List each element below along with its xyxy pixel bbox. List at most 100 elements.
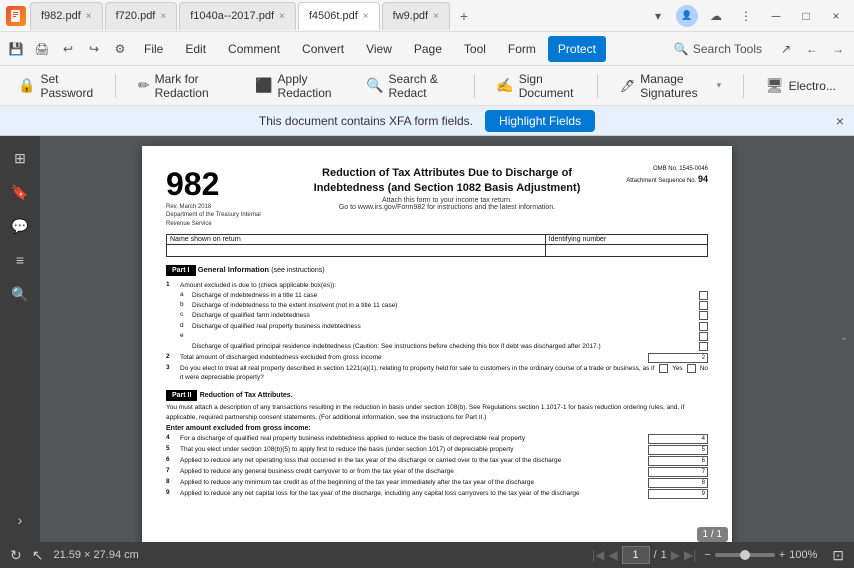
close-button[interactable]: ×	[824, 4, 848, 28]
zoom-in-button[interactable]: +	[779, 549, 785, 561]
toolbar-icon-print[interactable]: 🖨	[30, 37, 54, 61]
menu-comment[interactable]: Comment	[218, 36, 290, 62]
menu-convert[interactable]: Convert	[292, 36, 354, 62]
line3-row: 3 Do you elect to treat all real propert…	[166, 364, 708, 382]
checkbox-1c[interactable]	[699, 311, 708, 320]
sidebar-comment-icon[interactable]: 💬	[6, 212, 34, 240]
line8-box[interactable]: 8	[648, 478, 708, 488]
toolbar-icon-settings[interactable]: ⚙	[108, 37, 132, 61]
tab-f982[interactable]: f982.pdf ×	[30, 2, 103, 30]
page-number-input[interactable]	[622, 546, 650, 564]
avatar[interactable]: 👤	[676, 5, 698, 27]
line1c-alpha: c	[180, 311, 188, 318]
next-page-button[interactable]: ▶	[671, 548, 680, 562]
line5-box[interactable]: 5	[648, 445, 708, 455]
line9-box[interactable]: 9	[648, 489, 708, 499]
tab-f1040a[interactable]: f1040a--2017.pdf ×	[179, 2, 296, 30]
name-id-table: Name shown on return Identifying number	[166, 234, 708, 257]
tab-close-f720[interactable]: ×	[160, 11, 166, 22]
menu-edit[interactable]: Edit	[175, 36, 216, 62]
menu-tool[interactable]: Tool	[454, 36, 496, 62]
line2-value-box[interactable]: 2	[648, 353, 708, 363]
checkbox-no[interactable]	[687, 364, 696, 373]
zoom-thumb	[740, 550, 750, 560]
menu-view[interactable]: View	[356, 36, 402, 62]
zoom-out-button[interactable]: −	[704, 549, 710, 561]
tab-f4506t[interactable]: f4506t.pdf ×	[298, 2, 380, 30]
website-text: Go to www.irs.gov/Form982 for instructio…	[286, 204, 608, 211]
checkbox-1b[interactable]	[699, 301, 708, 310]
sidebar-thumbnail-icon[interactable]: ⊞	[6, 144, 34, 172]
line2-num: 2	[166, 353, 176, 360]
tab-close-f1040a[interactable]: ×	[279, 11, 285, 22]
prev-page-button[interactable]: ◀	[608, 548, 617, 562]
sign-document-button[interactable]: ✍ Sign Document	[486, 72, 585, 100]
part-i-section: Part I General Information (see instruct…	[166, 261, 708, 278]
tab-close-f4506t[interactable]: ×	[363, 11, 369, 22]
line1d-row: d Discharge of qualified real property b…	[166, 322, 708, 331]
toolbar-icon-save[interactable]: 💾	[4, 37, 28, 61]
last-page-button[interactable]: ▶|	[684, 548, 696, 562]
set-password-button[interactable]: 🔒 Set Password	[8, 72, 103, 100]
search-tools-button[interactable]: 🔍 Search Tools	[664, 38, 772, 60]
electronic-button[interactable]: 🖥 Electro...	[756, 72, 846, 100]
marker-icon: ✏	[138, 77, 150, 94]
sidebar-collapse-icon[interactable]: ›	[6, 506, 34, 534]
checkbox-1f[interactable]	[699, 342, 708, 351]
electronic-label: Electro...	[789, 79, 836, 93]
back-icon[interactable]: ←	[800, 37, 824, 61]
mark-redaction-button[interactable]: ✏ Mark for Redaction	[128, 72, 237, 100]
form-header: 982 Rev. March 2018 Department of the Tr…	[166, 166, 708, 228]
right-collapse-button[interactable]: ›	[839, 337, 850, 340]
highlight-fields-button[interactable]: Highlight Fields	[485, 110, 595, 132]
apply-redaction-button[interactable]: ⬛ Apply Redaction	[245, 72, 348, 100]
xfa-close-button[interactable]: ×	[836, 113, 844, 129]
line5-row: 5 That you elect under section 108(b)(5)…	[166, 445, 708, 455]
sidebar-bookmark-icon[interactable]: 🔖	[6, 178, 34, 206]
checkbox-1e[interactable]	[699, 332, 708, 341]
menu-bar: 💾 🖨 ↩ ↪ ⚙ File Edit Comment Convert View…	[0, 32, 854, 66]
share-icon[interactable]: ↗	[774, 37, 798, 61]
forward-icon[interactable]: →	[826, 37, 850, 61]
manage-signatures-button[interactable]: 🖊 Manage Signatures ▾	[610, 72, 731, 100]
line1b-text: Discharge of indebtedness to the extent …	[192, 301, 695, 310]
menu-file[interactable]: File	[134, 36, 173, 62]
part-ii-label: Part II	[166, 390, 197, 401]
tab-close-f982[interactable]: ×	[86, 11, 92, 22]
checkbox-1d[interactable]	[699, 322, 708, 331]
toolbar-icon-redo[interactable]: ↪	[82, 37, 106, 61]
fit-page-button[interactable]: ⊡	[832, 547, 844, 564]
checkbox-1a[interactable]	[699, 291, 708, 300]
more-options-icon[interactable]: ⋮	[734, 4, 758, 28]
line7-box[interactable]: 7	[648, 467, 708, 477]
menu-protect[interactable]: Protect	[548, 36, 606, 62]
minimize-button[interactable]: ─	[764, 4, 788, 28]
rotate-icon[interactable]: ↻	[10, 547, 22, 564]
maximize-button[interactable]: □	[794, 4, 818, 28]
line1d-alpha: d	[180, 322, 188, 329]
cursor-icon[interactable]: ↖	[32, 547, 44, 564]
line4-box[interactable]: 4	[648, 434, 708, 444]
tab-f720[interactable]: f720.pdf ×	[105, 2, 178, 30]
sidebar-layers-icon[interactable]: ≡	[6, 246, 34, 274]
line7-num: 7	[166, 467, 176, 474]
tab-close-fw9[interactable]: ×	[433, 11, 439, 22]
id-input-row[interactable]	[545, 245, 707, 257]
dropdown-arrow-icon[interactable]: ▾	[646, 4, 670, 28]
toolbar-separator-2	[474, 74, 475, 98]
zoom-slider[interactable]	[715, 553, 775, 557]
first-page-button[interactable]: |◀	[592, 548, 604, 562]
line6-box[interactable]: 6	[648, 456, 708, 466]
sidebar-search-icon[interactable]: 🔍	[6, 280, 34, 308]
main-layout: ⊞ 🔖 💬 ≡ 🔍 › 982 Rev. March 2018 Departme…	[0, 136, 854, 542]
cloud-icon[interactable]: ☁	[704, 4, 728, 28]
checkbox-yes[interactable]	[659, 364, 668, 373]
toolbar-icon-undo[interactable]: ↩	[56, 37, 80, 61]
menu-page[interactable]: Page	[404, 36, 452, 62]
search-redact-button[interactable]: 🔍 Search & Redact	[356, 72, 461, 100]
sign-icon: ✍	[496, 77, 513, 94]
tab-fw9[interactable]: fw9.pdf ×	[382, 2, 450, 30]
name-input-row[interactable]	[167, 245, 546, 257]
menu-form[interactable]: Form	[498, 36, 546, 62]
new-tab-button[interactable]: +	[452, 4, 476, 28]
